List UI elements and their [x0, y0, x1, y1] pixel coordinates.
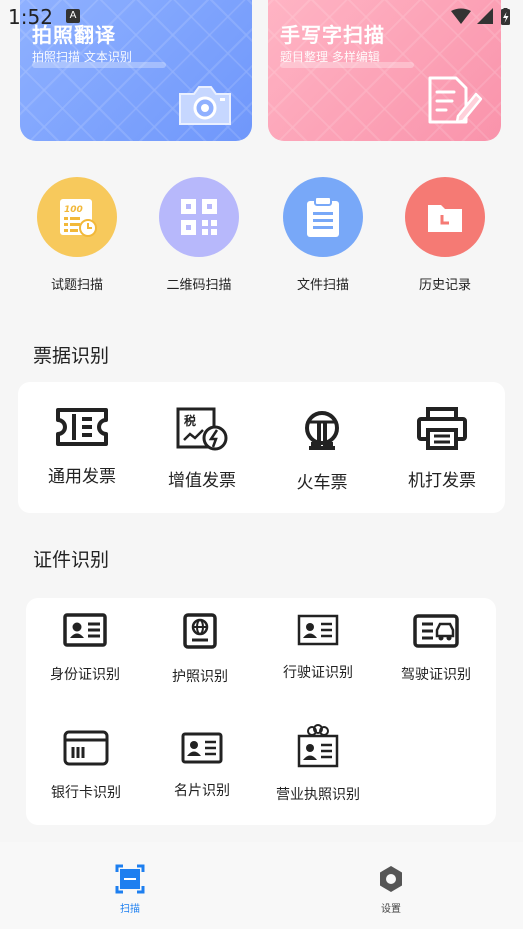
exam-scan-label: 试题扫描 — [50, 278, 103, 293]
driver-license-label: 驾驶证识别 — [401, 667, 471, 683]
quick-tools: 100 试题扫描 二维码扫描 文件扫描 历史记录 — [0, 177, 523, 297]
nav-settings[interactable]: 设置 — [351, 864, 431, 915]
printer-icon — [417, 407, 467, 450]
general-invoice-button[interactable]: 通用发票 — [22, 406, 142, 487]
passport-label: 护照识别 — [172, 669, 228, 685]
bank-card-icon — [63, 730, 109, 766]
vat-invoice-button[interactable]: 税 增值发票 — [142, 406, 262, 491]
id-card-button[interactable]: 身份证识别 — [25, 612, 145, 684]
train-ticket-label: 火车票 — [296, 473, 348, 493]
file-scan-button[interactable]: 文件扫描 — [273, 177, 373, 293]
id-card-icon — [63, 613, 107, 647]
business-license-label: 营业执照识别 — [276, 787, 360, 803]
driver-license-icon — [413, 614, 459, 648]
photo-translate-subtitle: 拍照扫描 文本识别 — [32, 50, 132, 64]
history-button[interactable]: 历史记录 — [395, 177, 495, 293]
svg-text:税: 税 — [184, 413, 196, 428]
id-card-label: 身份证识别 — [50, 667, 120, 683]
notification-icon: A — [66, 9, 80, 23]
svg-text:100: 100 — [64, 205, 83, 215]
qr-scan-label: 二维码扫描 — [166, 278, 232, 293]
machine-invoice-button[interactable]: 机打发票 — [382, 406, 502, 491]
tax-invoice-icon: 税 — [176, 407, 228, 451]
passport-button[interactable]: 护照识别 — [140, 612, 260, 686]
certificate-section-title: 证件识别 — [33, 549, 110, 571]
qr-scan-button[interactable]: 二维码扫描 — [149, 177, 249, 293]
machine-invoice-label: 机打发票 — [408, 471, 476, 491]
status-time: 1:52 — [8, 5, 53, 29]
exam-paper-icon: 100 — [60, 199, 97, 237]
nav-scan-label: 扫描 — [120, 904, 140, 915]
vehicle-license-icon — [297, 614, 339, 646]
vehicle-license-label: 行驶证识别 — [283, 665, 353, 681]
handwriting-scan-subtitle: 题目整理 多样编辑 — [280, 50, 380, 64]
driver-license-button[interactable]: 驾驶证识别 — [376, 614, 496, 684]
camera-icon — [179, 86, 231, 125]
business-license-icon — [297, 724, 339, 768]
status-bar: 1:52 A — [0, 0, 523, 34]
receipt-panel: 通用发票 税 增值发票 火车票 机打发票 — [18, 382, 505, 513]
bank-card-button[interactable]: 银行卡识别 — [26, 730, 146, 802]
folder-clock-icon — [428, 205, 462, 232]
scan-icon — [115, 864, 145, 894]
signal-battery-icons — [451, 8, 510, 25]
business-card-button[interactable]: 名片识别 — [142, 732, 262, 800]
vat-invoice-label: 增值发票 — [168, 471, 236, 491]
certificate-panel: 身份证识别 护照识别 行驶证识别 驾驶证识别 银行卡识别 名片识别 营业执照识别 — [26, 598, 496, 825]
receipt-section-title: 票据识别 — [33, 345, 110, 367]
business-license-button[interactable]: 营业执照识别 — [258, 724, 378, 804]
file-scan-label: 文件扫描 — [296, 278, 349, 293]
business-card-icon — [181, 732, 223, 764]
business-card-label: 名片识别 — [174, 783, 230, 799]
train-icon — [305, 411, 339, 450]
history-label: 历史记录 — [418, 278, 471, 293]
vehicle-license-button[interactable]: 行驶证识别 — [258, 614, 378, 682]
passport-icon — [183, 613, 217, 649]
edit-document-icon — [428, 76, 483, 124]
ticket-icon — [56, 408, 108, 446]
bottom-nav: 扫描 设置 — [0, 842, 523, 929]
general-invoice-label: 通用发票 — [48, 467, 116, 487]
qr-code-icon — [181, 199, 217, 235]
clipboard-icon — [307, 196, 339, 237]
exam-scan-button[interactable]: 100 试题扫描 — [27, 177, 127, 293]
nav-scan[interactable]: 扫描 — [90, 864, 170, 915]
bank-card-label: 银行卡识别 — [51, 785, 121, 801]
train-ticket-button[interactable]: 火车票 — [262, 408, 382, 493]
nav-settings-label: 设置 — [381, 904, 401, 915]
settings-icon — [380, 866, 402, 892]
